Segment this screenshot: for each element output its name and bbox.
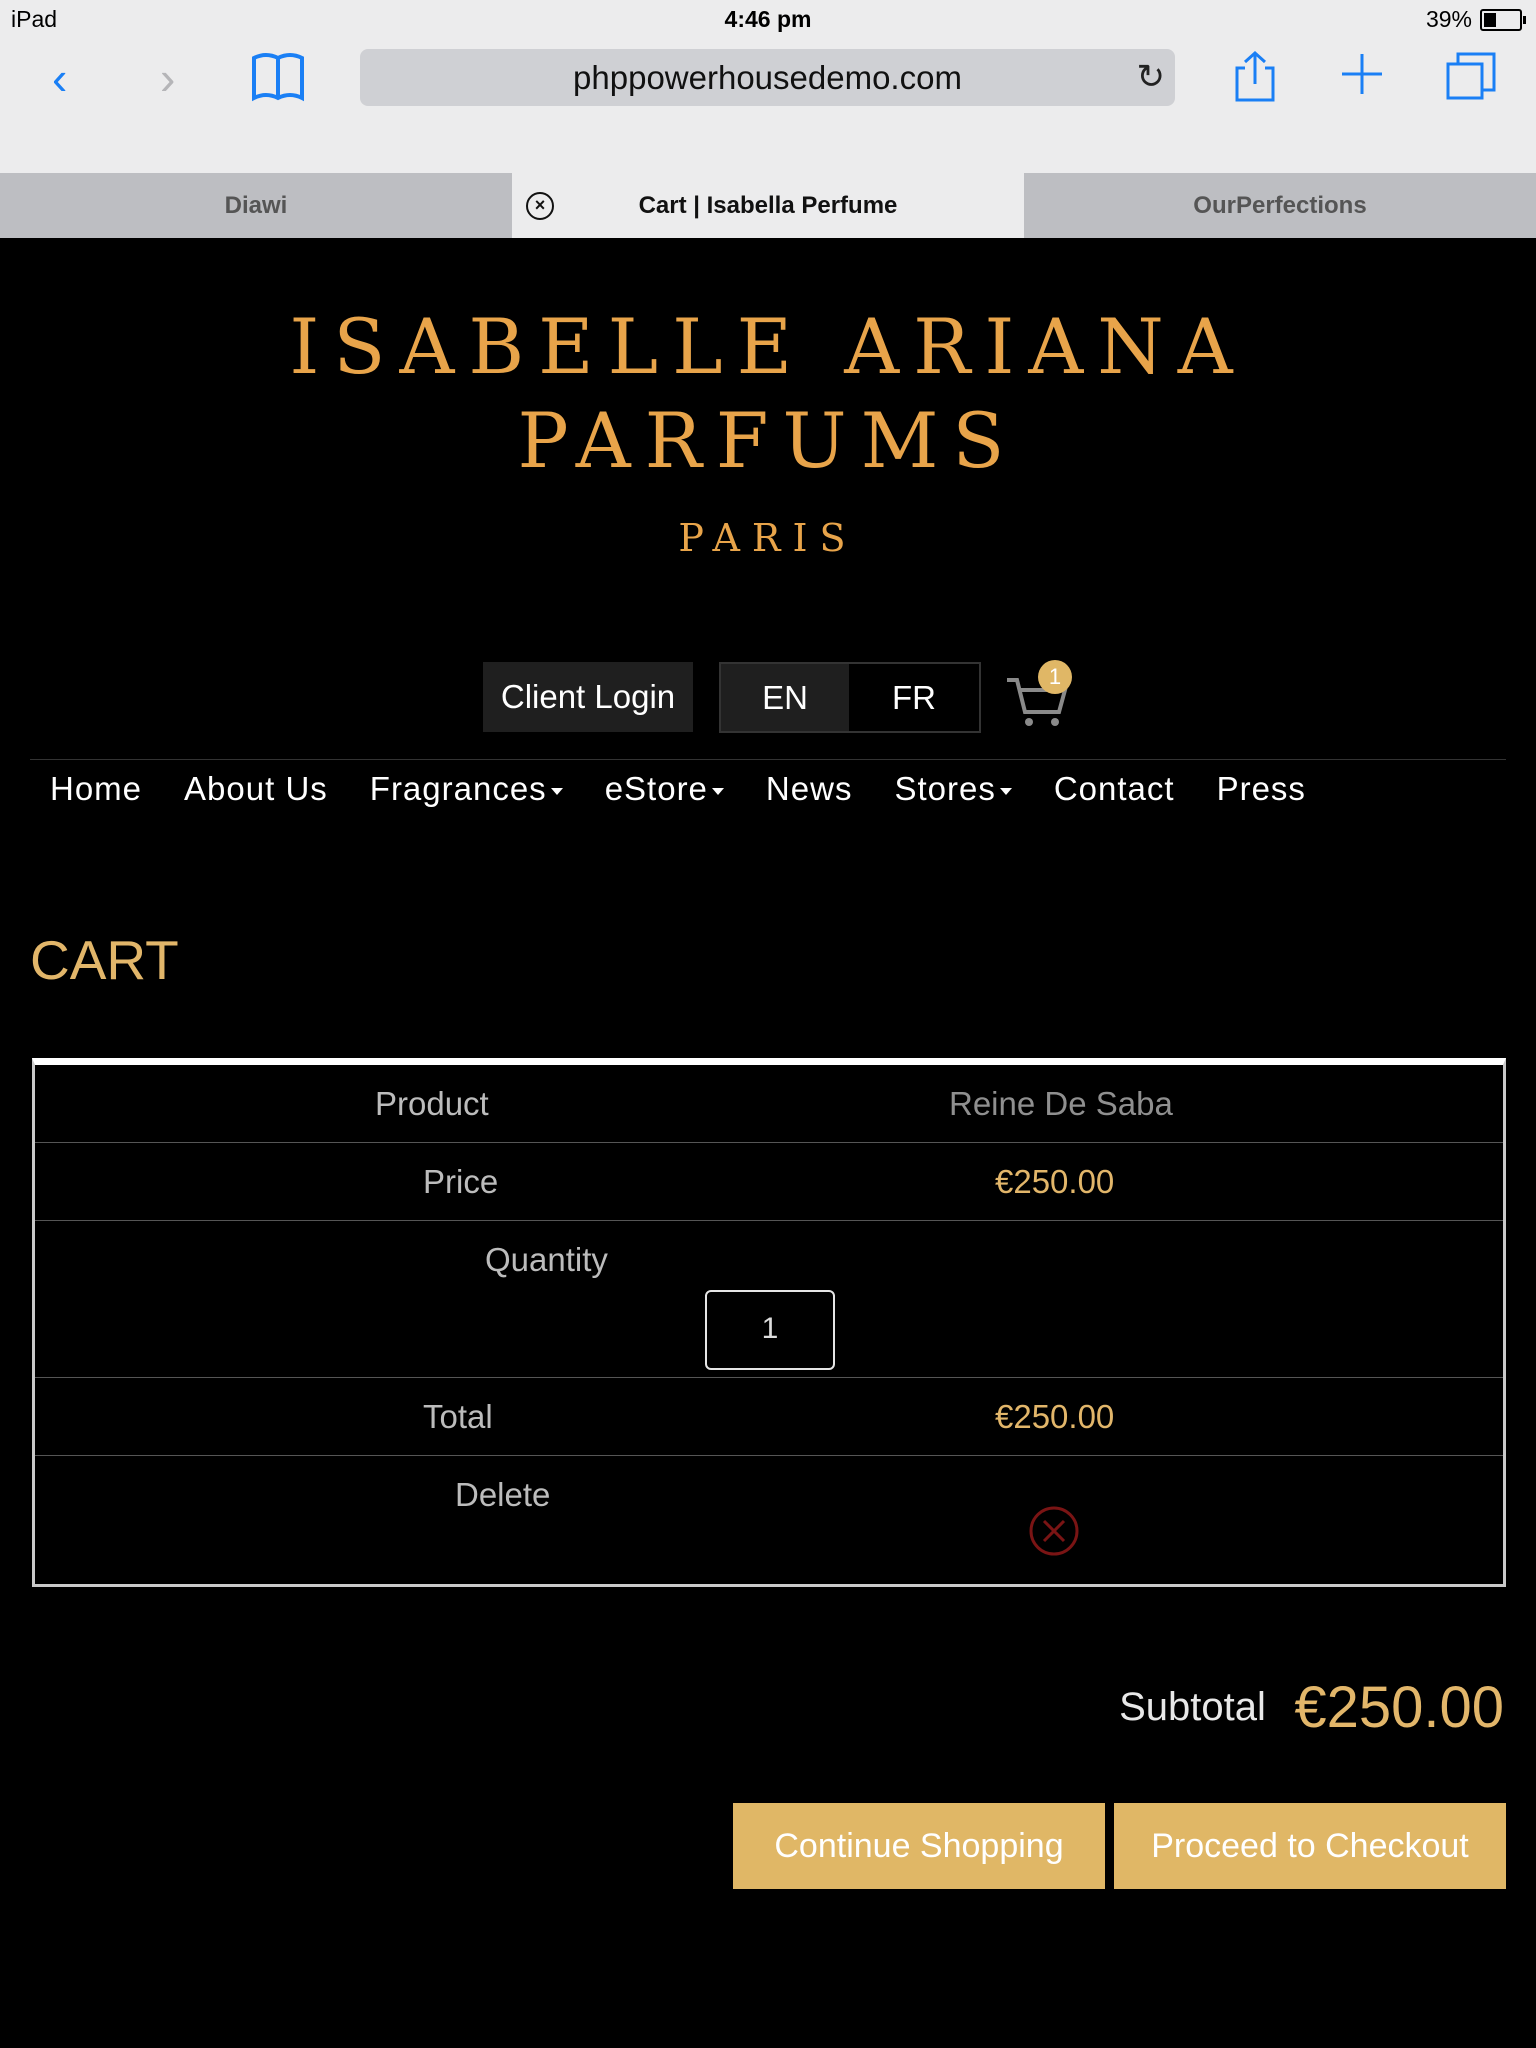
nav-home[interactable]: Home — [50, 770, 142, 808]
proceed-to-checkout-button[interactable]: Proceed to Checkout — [1114, 1803, 1506, 1889]
reload-icon[interactable]: ↻ — [1137, 57, 1166, 97]
forward-icon[interactable]: › — [160, 48, 175, 108]
client-login-button[interactable]: Client Login — [483, 662, 693, 732]
brand-line-1: ISABELLE ARIANA — [289, 302, 1247, 391]
main-nav: Home About Us Fragrances eStore News Sto… — [50, 770, 1348, 808]
table-row: Total €250.00 — [35, 1378, 1503, 1456]
back-icon[interactable]: ‹ — [52, 48, 67, 108]
quantity-label: Quantity — [485, 1241, 608, 1278]
new-tab-icon[interactable] — [1340, 50, 1384, 110]
nav-about-us[interactable]: About Us — [184, 770, 328, 808]
caret-down-icon — [550, 787, 563, 795]
product-name[interactable]: Reine De Saba — [949, 1085, 1173, 1123]
battery-icon — [1480, 8, 1526, 31]
table-row: Product Reine De Saba — [35, 1065, 1503, 1143]
tab-cart[interactable]: × Cart | Isabella Perfume — [512, 173, 1024, 238]
nav-stores[interactable]: Stores — [894, 770, 1012, 808]
brand-line-2: PARFUMS — [517, 396, 1019, 485]
price-value: €250.00 — [995, 1163, 1115, 1200]
nav-fragrances-label: Fragrances — [369, 770, 547, 807]
language-fr-button[interactable]: FR — [849, 664, 979, 731]
brand-line-3: PARIS — [678, 516, 858, 560]
bookmarks-icon[interactable] — [250, 52, 306, 116]
url-text: phppowerhousedemo.com — [573, 59, 962, 96]
cart-count-badge: 1 — [1038, 660, 1072, 694]
page-title: CART — [30, 929, 179, 991]
caret-down-icon — [999, 787, 1012, 795]
nav-fragrances[interactable]: Fragrances — [370, 770, 563, 808]
nav-contact[interactable]: Contact — [1054, 770, 1175, 808]
tab-strip: Diawi × Cart | Isabella Perfume OurPerfe… — [0, 173, 1536, 238]
product-label: Product — [375, 1085, 489, 1122]
tabs-overview-icon[interactable] — [1446, 52, 1496, 116]
nav-divider — [30, 759, 1506, 760]
nav-news[interactable]: News — [766, 770, 853, 808]
battery-percent: 39% — [1425, 6, 1472, 32]
subtotal-value: €250.00 — [1294, 1675, 1504, 1740]
delete-label: Delete — [455, 1476, 551, 1513]
table-row: Price €250.00 — [35, 1143, 1503, 1221]
total-label: Total — [423, 1398, 493, 1435]
cart-table: Product Reine De Saba Price €250.00 Quan… — [32, 1058, 1506, 1587]
subtotal-label: Subtotal — [1119, 1685, 1266, 1729]
price-label: Price — [423, 1163, 499, 1200]
quantity-input[interactable]: 1 — [705, 1290, 835, 1370]
tab-cart-label: Cart | Isabella Perfume — [638, 192, 898, 219]
table-row: Delete — [35, 1456, 1503, 1580]
tab-diawi[interactable]: Diawi — [0, 173, 512, 238]
close-tab-icon[interactable]: × — [526, 192, 554, 220]
clock: 4:46 pm — [724, 6, 812, 32]
delete-item-icon[interactable] — [1029, 1506, 1079, 1556]
tab-ourperfections[interactable]: OurPerfections — [1024, 173, 1536, 238]
address-bar[interactable]: phppowerhousedemo.com ↻ — [360, 49, 1175, 106]
nav-stores-label: Stores — [894, 770, 996, 807]
status-bar: iPad 4:46 pm 39% — [0, 0, 1536, 40]
nav-estore[interactable]: eStore — [605, 770, 724, 808]
share-icon[interactable] — [1233, 50, 1277, 118]
subtotal: Subtotal €250.00 — [1119, 1674, 1504, 1741]
nav-press[interactable]: Press — [1217, 770, 1306, 808]
total-value: €250.00 — [995, 1398, 1115, 1435]
brand-logo[interactable]: ISABELLE ARIANA PARFUMS PARIS — [0, 300, 1536, 560]
table-row: Quantity 1 — [35, 1221, 1503, 1378]
language-switcher: EN FR — [719, 662, 981, 733]
language-en-button[interactable]: EN — [721, 664, 849, 731]
browser-chrome: iPad 4:46 pm 39% ‹ › phppowerhousedemo.c… — [0, 0, 1536, 238]
continue-shopping-button[interactable]: Continue Shopping — [733, 1803, 1105, 1889]
caret-down-icon — [711, 787, 724, 795]
nav-estore-label: eStore — [604, 770, 708, 807]
